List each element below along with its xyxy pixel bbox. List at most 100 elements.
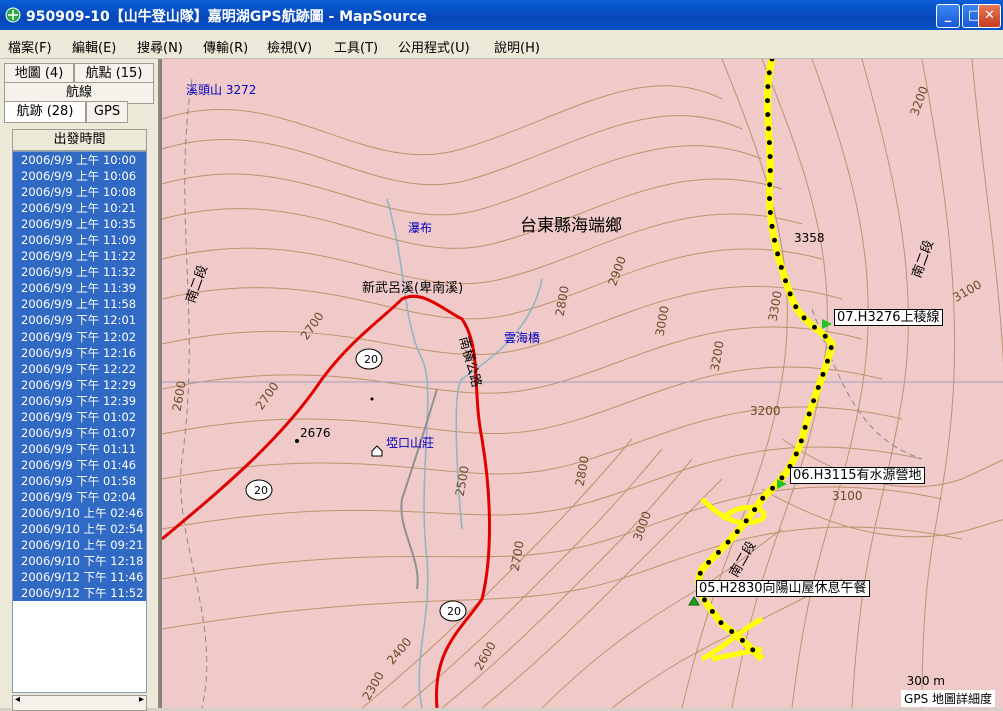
track-point bbox=[766, 140, 772, 146]
track-list-row[interactable]: 2006/9/9 下午 12:02 bbox=[13, 328, 146, 345]
menu-file[interactable]: 檔案(F) bbox=[8, 37, 52, 56]
track-point bbox=[779, 475, 785, 481]
track-list-row[interactable]: 2006/9/9 下午 01:07 bbox=[13, 424, 146, 441]
tab-gps[interactable]: GPS bbox=[86, 101, 128, 123]
waterfall-label: 瀑布 bbox=[408, 221, 433, 235]
bridge-label: 雲海橋 bbox=[504, 331, 541, 345]
peak-label: 溪頭山 3272 bbox=[186, 83, 257, 97]
track-list[interactable]: 2006/9/9 上午 10:00 2006/9/9 上午 10:06 2006/9… bbox=[12, 151, 147, 693]
map-view[interactable]: 溪頭山 3272 台東縣海端鄉 瀑布 新武呂溪(卑南溪) 雲海橋 埡口山莊 南橫… bbox=[160, 59, 1003, 708]
tab-tracks[interactable]: 航跡 (28) bbox=[4, 101, 86, 123]
scale-label: 300 m bbox=[906, 674, 945, 688]
track-list-row[interactable]: 2006/9/9 下午 12:16 bbox=[13, 344, 146, 361]
menu-tools[interactable]: 工具(T) bbox=[334, 37, 378, 56]
contour-lines bbox=[162, 59, 1003, 708]
menu-find[interactable]: 搜尋(N) bbox=[137, 37, 183, 56]
track-point bbox=[775, 251, 781, 257]
track-point bbox=[824, 358, 830, 364]
waypoint-label-07[interactable]: 07.H3276上稜線 bbox=[834, 309, 943, 326]
track-point bbox=[767, 168, 773, 174]
track-point bbox=[798, 438, 804, 444]
track-list-row[interactable]: 2006/9/9 上午 11:09 bbox=[13, 232, 146, 249]
menu-edit[interactable]: 編輯(E) bbox=[72, 37, 116, 56]
track-point bbox=[783, 278, 789, 284]
track-point bbox=[771, 237, 777, 243]
track-point bbox=[734, 529, 740, 535]
topographic-map[interactable] bbox=[162, 59, 1003, 708]
track-list-row[interactable]: 2006/9/10 上午 09:21 bbox=[13, 537, 146, 554]
track-point bbox=[766, 70, 772, 76]
track-point bbox=[766, 126, 772, 132]
spot-height-label-2: 3358 bbox=[794, 231, 825, 245]
track-point bbox=[764, 98, 770, 104]
map-detail-status: GPS 地圖詳細度 bbox=[901, 690, 995, 707]
track-list-row[interactable]: 2006/9/9 下午 12:01 bbox=[13, 312, 146, 329]
horizontal-scrollbar[interactable]: ◂ ▸ bbox=[12, 694, 147, 711]
track-point bbox=[709, 608, 715, 614]
track-list-row[interactable]: 2006/9/9 上午 10:00 bbox=[13, 152, 146, 169]
track-point bbox=[767, 196, 773, 202]
hiking-trail bbox=[400, 388, 438, 590]
menu-help[interactable]: 說明(H) bbox=[494, 37, 540, 56]
track-list-row[interactable]: 2006/9/10 下午 12:18 bbox=[13, 553, 146, 570]
track-list-row[interactable]: 2006/9/9 下午 02:04 bbox=[13, 488, 146, 506]
track-list-row[interactable]: 2006/9/12 下午 11:46 bbox=[13, 569, 146, 586]
track-point bbox=[820, 371, 826, 377]
track-point bbox=[815, 385, 821, 391]
highway-road bbox=[162, 294, 491, 708]
track-point bbox=[806, 411, 812, 417]
track-list-row[interactable]: 2006/9/9 上午 10:35 bbox=[13, 216, 146, 233]
track-point bbox=[765, 84, 771, 90]
track-list-row[interactable]: 2006/9/9 上午 11:58 bbox=[13, 296, 146, 313]
track-list-row[interactable]: 2006/9/12 下午 11:52 bbox=[13, 585, 146, 602]
track-point bbox=[718, 620, 724, 626]
gps-track-branch[interactable] bbox=[700, 616, 764, 662]
minimize-button[interactable]: _ bbox=[936, 4, 960, 28]
scroll-left-icon[interactable]: ◂ bbox=[15, 694, 20, 705]
track-point bbox=[760, 495, 766, 501]
column-header-start-time[interactable]: 出發時間 bbox=[12, 129, 147, 151]
track-list-row[interactable]: 2006/9/9 下午 01:46 bbox=[13, 456, 146, 473]
track-point bbox=[750, 647, 756, 653]
track-list-row[interactable]: 2006/9/9 上午 11:32 bbox=[13, 264, 146, 281]
track-list-row[interactable]: 2006/9/9 下午 12:22 bbox=[13, 360, 146, 377]
track-point bbox=[778, 264, 784, 270]
road-number: 20 bbox=[364, 353, 378, 366]
scroll-right-icon[interactable]: ▸ bbox=[139, 694, 144, 705]
track-point bbox=[801, 315, 807, 321]
track-point bbox=[725, 539, 731, 545]
track-list-row[interactable]: 2006/9/10 上午 02:54 bbox=[13, 521, 146, 538]
waypoint-label-06[interactable]: 06.H3115有水源營地 bbox=[790, 467, 925, 484]
spot-height-icon bbox=[370, 397, 374, 401]
track-list-row[interactable]: 2006/9/9 下午 01:58 bbox=[13, 472, 146, 489]
track-list-row[interactable]: 2006/9/9 下午 12:39 bbox=[13, 392, 146, 409]
spot-height-icon bbox=[295, 439, 299, 443]
menu-bar: 檔案(F) 編輯(E) 搜尋(N) 傳輸(R) 檢視(V) 工具(T) 公用程式… bbox=[0, 30, 1003, 59]
county-label: 台東縣海端鄉 bbox=[520, 216, 622, 236]
track-list-row[interactable]: 2006/9/9 下午 01:02 bbox=[13, 408, 146, 425]
close-button[interactable]: ✕ bbox=[978, 4, 1001, 28]
track-point bbox=[739, 637, 745, 643]
track-list-row[interactable]: 2006/9/9 上午 11:39 bbox=[13, 280, 146, 297]
track-point bbox=[822, 333, 828, 339]
menu-utilities[interactable]: 公用程式(U) bbox=[398, 37, 470, 56]
track-point bbox=[715, 549, 721, 555]
track-point bbox=[706, 559, 712, 565]
hut-icon bbox=[371, 445, 383, 457]
menu-transfer[interactable]: 傳輸(R) bbox=[203, 37, 248, 56]
track-list-row[interactable]: 2006/9/9 上午 10:21 bbox=[13, 200, 146, 217]
mapsource-app-icon[interactable] bbox=[5, 7, 21, 23]
waypoint-label-05[interactable]: 05.H2830向陽山屋休息午餐 bbox=[696, 580, 870, 597]
track-point bbox=[811, 324, 817, 330]
track-list-row[interactable]: 2006/9/9 下午 01:11 bbox=[13, 440, 146, 457]
track-list-row[interactable]: 2006/9/9 上午 10:06 bbox=[13, 168, 146, 185]
menu-view[interactable]: 檢視(V) bbox=[267, 37, 312, 56]
waypoint-flag-05[interactable] bbox=[688, 596, 700, 606]
track-list-row[interactable]: 2006/9/10 上午 02:46 bbox=[13, 505, 146, 522]
track-point bbox=[752, 507, 758, 513]
track-list-row[interactable]: 2006/9/9 上午 11:22 bbox=[13, 248, 146, 265]
river-stream bbox=[386, 198, 429, 708]
river-label: 新武呂溪(卑南溪) bbox=[362, 281, 464, 296]
track-list-row[interactable]: 2006/9/9 上午 10:08 bbox=[13, 184, 146, 201]
track-list-row[interactable]: 2006/9/9 下午 12:29 bbox=[13, 376, 146, 393]
